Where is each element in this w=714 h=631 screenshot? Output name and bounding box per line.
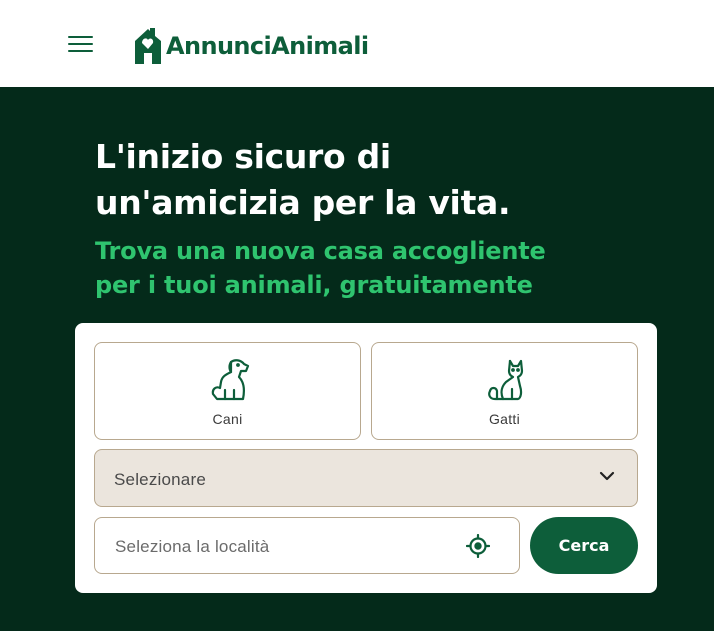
search-button[interactable]: Cerca	[530, 517, 638, 574]
subline-line-1: Trova una nuova casa accogliente	[95, 237, 546, 265]
category-select[interactable]: Selezionare	[94, 449, 638, 507]
location-input[interactable]	[115, 536, 445, 558]
site-logo[interactable]: AnnunciAnimali	[133, 26, 369, 66]
search-card: Cani Gatti Selezionare Cerca	[75, 323, 657, 593]
select-value: Selezionare	[114, 470, 206, 489]
dog-icon	[211, 359, 249, 401]
logo-text: AnnunciAnimali	[166, 32, 369, 60]
cat-icon	[487, 359, 523, 401]
location-field[interactable]	[94, 517, 520, 574]
headline-line-2: un'amicizia per la vita.	[95, 183, 511, 222]
hero-headline: L'inizio sicuro di un'amicizia per la vi…	[95, 134, 655, 226]
house-logo-icon	[135, 28, 161, 64]
category-cats-label: Gatti	[488, 411, 521, 427]
category-cats-button[interactable]: Gatti	[371, 342, 638, 440]
crosshair-icon[interactable]	[466, 534, 490, 558]
headline-line-1: L'inizio sicuro di	[95, 137, 391, 176]
site-header: AnnunciAnimali	[0, 0, 714, 87]
chevron-down-icon	[599, 471, 615, 481]
category-dogs-button[interactable]: Cani	[94, 342, 361, 440]
hamburger-menu-icon[interactable]	[68, 36, 93, 53]
category-dogs-label: Cani	[212, 411, 243, 427]
hero-subline: Trova una nuova casa accogliente per i t…	[95, 234, 655, 302]
subline-line-2: per i tuoi animali, gratuitamente	[95, 271, 533, 299]
